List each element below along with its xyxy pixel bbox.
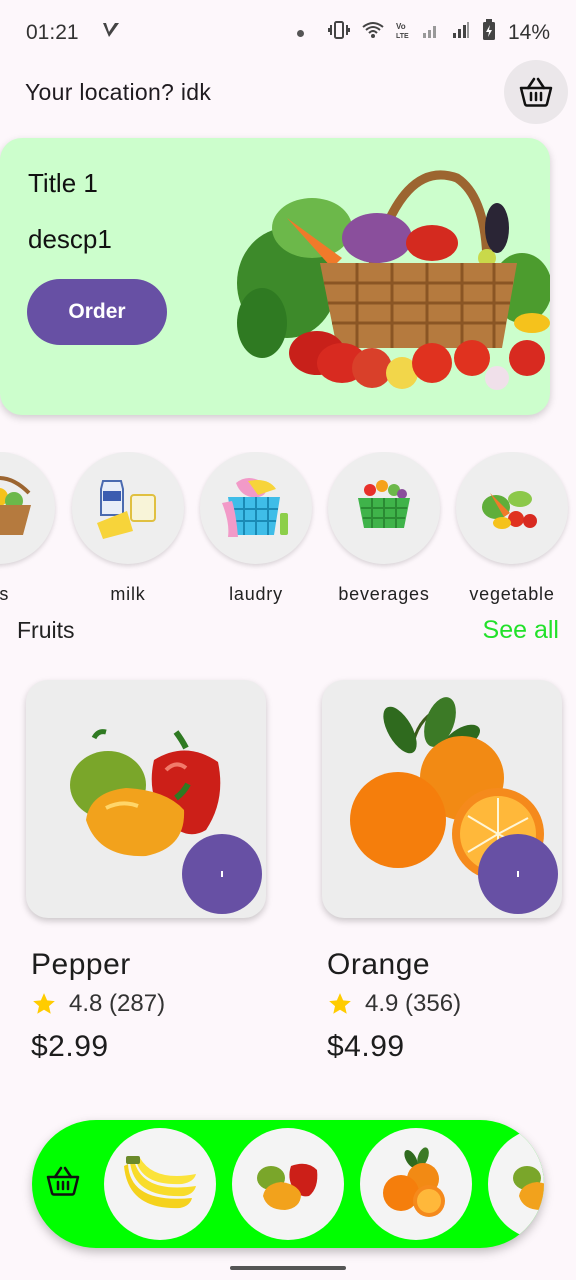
vibrate-icon — [327, 20, 350, 46]
fruit-basket-icon — [0, 476, 31, 535]
basket-icon — [46, 1166, 80, 1196]
cart-button[interactable] — [504, 60, 568, 124]
category-icon-laundry — [200, 452, 312, 564]
notification-dot-icon — [296, 29, 304, 37]
category-icon-milk — [72, 452, 184, 564]
bottom-item-pepper-2[interactable] — [488, 1128, 544, 1240]
status-time: 01:21 — [26, 21, 79, 44]
category-beverages[interactable]: beverages — [327, 452, 441, 612]
category-label: laudry — [229, 584, 283, 604]
product-price: $2.99 — [31, 1030, 109, 1063]
volte-icon: Vo LTE — [396, 20, 410, 46]
banner-title: Title 1 — [28, 168, 98, 198]
battery-icon — [482, 19, 496, 47]
category-icon-beverages — [328, 452, 440, 564]
milk-icon — [97, 480, 156, 539]
category-label: milk — [110, 584, 146, 604]
product-image-card[interactable] — [322, 680, 562, 918]
add-icon — [517, 871, 519, 877]
add-to-cart-button[interactable] — [478, 834, 558, 914]
status-bar: 01:21 Vo LTE 14% — [0, 0, 576, 66]
header: Your location? idk — [0, 60, 576, 124]
bottom-item-orange[interactable] — [360, 1128, 472, 1240]
product-rating: 4.8 (287) — [31, 990, 266, 1018]
see-all-link[interactable]: See all — [483, 616, 559, 645]
category-carousel[interactable]: its milk laudry — [0, 452, 576, 612]
product-name: Orange — [327, 948, 431, 981]
star-icon — [33, 993, 55, 1014]
bottom-item-pepper[interactable] — [232, 1128, 344, 1240]
category-vegetable[interactable]: vegetable — [455, 452, 569, 612]
pepper-image — [257, 1163, 318, 1210]
vegetable-basket-image — [237, 170, 550, 390]
signal-icon-2 — [452, 21, 470, 45]
bottom-cart-bar[interactable] — [32, 1120, 544, 1248]
banana-image — [124, 1156, 196, 1209]
star-icon — [329, 993, 351, 1014]
product-image-card[interactable] — [26, 680, 266, 918]
section-title: Fruits — [17, 617, 75, 643]
vegetable-icon — [482, 491, 537, 529]
product-name: Pepper — [31, 948, 131, 981]
orange-image — [383, 1147, 445, 1217]
category-label: vegetable — [469, 584, 555, 604]
basket-icon — [519, 77, 553, 107]
product-card-pepper[interactable]: Pepper 4.8 (287) $2.99 — [26, 680, 266, 1064]
product-rating: 4.9 (356) — [327, 990, 562, 1018]
beverages-basket-icon — [358, 480, 410, 528]
category-laundry[interactable]: laudry — [199, 452, 313, 612]
rating-text: 4.9 (356) — [365, 990, 462, 1017]
order-button[interactable]: Order — [27, 279, 167, 345]
category-label: its — [0, 584, 10, 604]
category-icon-fruits — [0, 452, 55, 564]
product-card-orange[interactable]: Orange 4.9 (356) $4.99 — [322, 680, 562, 1064]
svg-text:Vo: Vo — [396, 22, 406, 31]
category-milk[interactable]: milk — [71, 452, 185, 612]
rating-text: 4.8 (287) — [69, 990, 166, 1017]
laundry-basket-icon — [222, 478, 288, 537]
home-indicator[interactable] — [230, 1266, 346, 1270]
signal-icon-1 — [422, 21, 440, 45]
banner-description: descp1 — [28, 224, 112, 254]
category-label: beverages — [338, 584, 430, 604]
add-to-cart-button[interactable] — [182, 834, 262, 914]
category-fruits[interactable]: its — [0, 452, 56, 612]
wifi-icon — [362, 21, 384, 45]
location-text[interactable]: Your location? idk — [25, 79, 211, 106]
battery-percent: 14% — [507, 21, 550, 44]
bottom-cart-button[interactable] — [46, 1166, 80, 1201]
pepper-image — [513, 1166, 544, 1210]
add-icon — [221, 871, 223, 877]
bottom-item-banana[interactable] — [104, 1128, 216, 1240]
promo-banner[interactable]: Title 1 descp1 Order — [0, 138, 550, 415]
product-price: $4.99 — [327, 1030, 405, 1063]
app-notification-icon — [101, 21, 121, 45]
svg-text:LTE: LTE — [396, 33, 409, 40]
category-icon-vegetable — [456, 452, 568, 564]
